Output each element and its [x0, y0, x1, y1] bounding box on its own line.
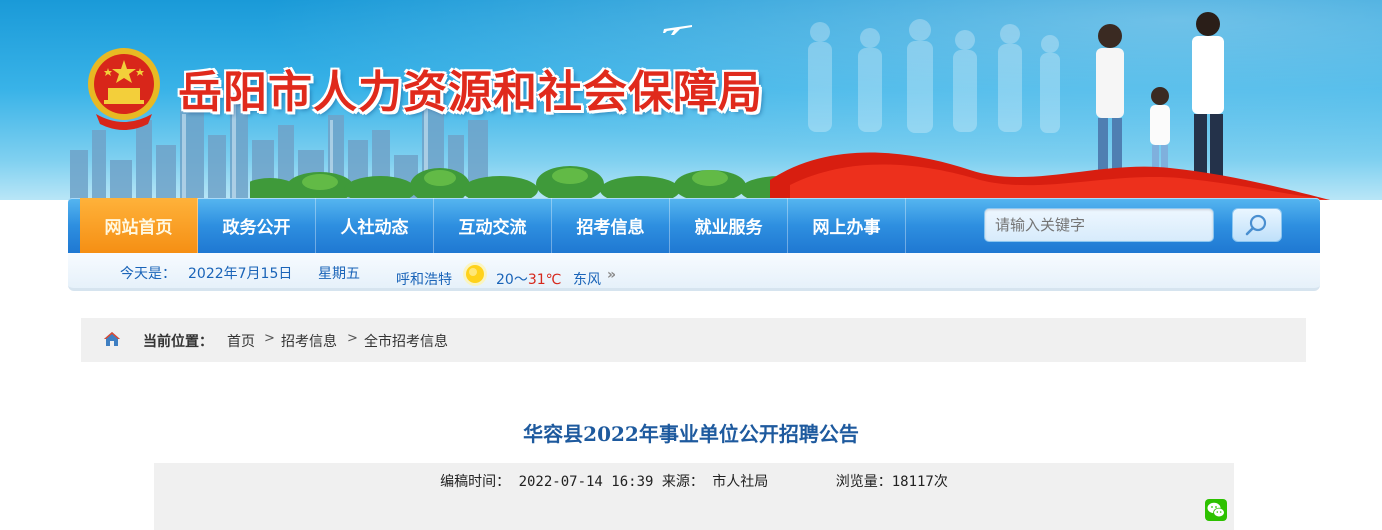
- breadcrumb-recruitment[interactable]: 招考信息: [281, 331, 337, 351]
- search-input[interactable]: [984, 208, 1214, 242]
- article-title: 华容县2022年事业单位公开招聘公告: [523, 422, 859, 446]
- article-meta: 编稿时间： 2022-07-14 16:39 来源： 市人社局 浏览量：1811…: [440, 474, 948, 490]
- temperature-high: 31℃: [527, 272, 562, 288]
- wind-direction: 东风: [573, 272, 601, 288]
- breadcrumb-home[interactable]: 首页: [227, 331, 255, 351]
- temperature: 20～31℃: [496, 269, 561, 289]
- nav-item-employment[interactable]: 就业服务: [670, 198, 788, 253]
- site-title: 岳阳市人力资源和社会保障局: [178, 67, 763, 118]
- sun-icon: [463, 262, 487, 286]
- current-date: 2022年7月15日: [188, 266, 293, 282]
- nav-item-home[interactable]: 网站首页: [80, 198, 198, 253]
- main-nav: 网站首页 政务公开 人社动态 互动交流 招考信息 就业服务 网上办事: [68, 198, 1320, 253]
- today-label: 今天是：: [120, 266, 176, 282]
- article-meta-bar: 编稿时间： 2022-07-14 16:39 来源： 市人社局 浏览量：1811…: [154, 463, 1234, 530]
- red-ribbon-decoration: [770, 152, 1330, 200]
- nav-item-news[interactable]: 人社动态: [316, 198, 434, 253]
- temperature-low: 20～: [496, 272, 528, 288]
- weekday: 星期五: [318, 266, 360, 282]
- header-banner: 岳阳市人力资源和社会保障局: [0, 0, 1382, 200]
- national-emblem-logo: [88, 48, 160, 130]
- nav-item-interaction[interactable]: 互动交流: [434, 198, 552, 253]
- weather-city[interactable]: 呼和浩特: [396, 269, 452, 289]
- nav-item-government-affairs[interactable]: 政务公开: [198, 198, 316, 253]
- home-icon[interactable]: [103, 331, 121, 347]
- breadcrumb: 当前位置： 首页 > 招考信息 > 全市招考信息: [81, 318, 1306, 362]
- info-bar: 今天是： 2022年7月15日 星期五 呼和浩特 20～31℃ 东风 »: [68, 253, 1320, 291]
- breadcrumb-label: 当前位置：: [143, 334, 213, 350]
- search-button[interactable]: [1232, 208, 1282, 242]
- nav-item-online-service[interactable]: 网上办事: [788, 198, 906, 253]
- more-weather-link[interactable]: »: [607, 267, 616, 283]
- magnifier-icon: [1245, 214, 1267, 236]
- wechat-icon[interactable]: [1205, 499, 1227, 521]
- nav-item-recruitment[interactable]: 招考信息: [552, 198, 670, 253]
- airplane-icon: [663, 25, 692, 35]
- breadcrumb-separator: >: [264, 331, 275, 346]
- breadcrumb-city-recruitment[interactable]: 全市招考信息: [364, 331, 448, 351]
- breadcrumb-separator: >: [347, 331, 358, 346]
